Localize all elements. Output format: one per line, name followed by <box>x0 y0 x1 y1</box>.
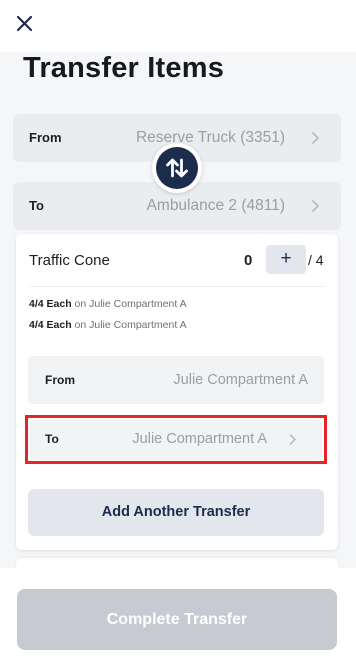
page-title: Transfer Items <box>23 52 225 84</box>
item-name: Traffic Cone <box>29 252 110 269</box>
divider <box>29 286 325 287</box>
complete-transfer-button[interactable]: Complete Transfer <box>17 589 337 650</box>
allocation-line: 4/4 Each on Julie Compartment A <box>29 319 187 331</box>
footer: Complete Transfer <box>0 568 356 664</box>
quantity-total: / 4 <box>308 252 324 268</box>
chevron-right-icon <box>289 434 297 445</box>
top-bar <box>0 0 356 52</box>
item-to-label: To <box>45 432 59 446</box>
increment-quantity-button[interactable]: + <box>266 245 306 274</box>
chevron-right-icon <box>312 200 320 212</box>
close-icon <box>16 15 33 32</box>
allocation-location: on Julie Compartment A <box>71 319 187 331</box>
item-from-value: Julie Compartment A <box>173 372 308 388</box>
item-to-compartment-selector[interactable]: To Julie Compartment A <box>30 419 322 460</box>
swap-vertical-icon <box>166 158 188 178</box>
to-label: To <box>29 198 44 213</box>
allocation-amount: 4/4 Each <box>29 298 72 310</box>
item-transfer-card: Traffic Cone 0 + / 4 4/4 Each on Julie C… <box>16 234 338 550</box>
highlighted-to-compartment: To Julie Compartment A <box>25 415 327 464</box>
from-label: From <box>29 130 62 145</box>
add-another-transfer-button[interactable]: Add Another Transfer <box>28 489 324 536</box>
allocation-amount: 4/4 Each <box>29 319 72 331</box>
item-to-value: Julie Compartment A <box>132 431 267 447</box>
chevron-right-icon <box>312 132 320 144</box>
allocation-location: on Julie Compartment A <box>71 298 187 310</box>
close-button[interactable] <box>13 12 37 36</box>
item-from-compartment-selector[interactable]: From Julie Compartment A <box>28 356 324 404</box>
item-from-label: From <box>45 373 75 387</box>
swap-locations-button[interactable] <box>152 143 202 193</box>
plus-icon: + <box>280 248 292 269</box>
allocation-line: 4/4 Each on Julie Compartment A <box>29 298 187 310</box>
transfer-quantity: 0 <box>244 252 253 269</box>
